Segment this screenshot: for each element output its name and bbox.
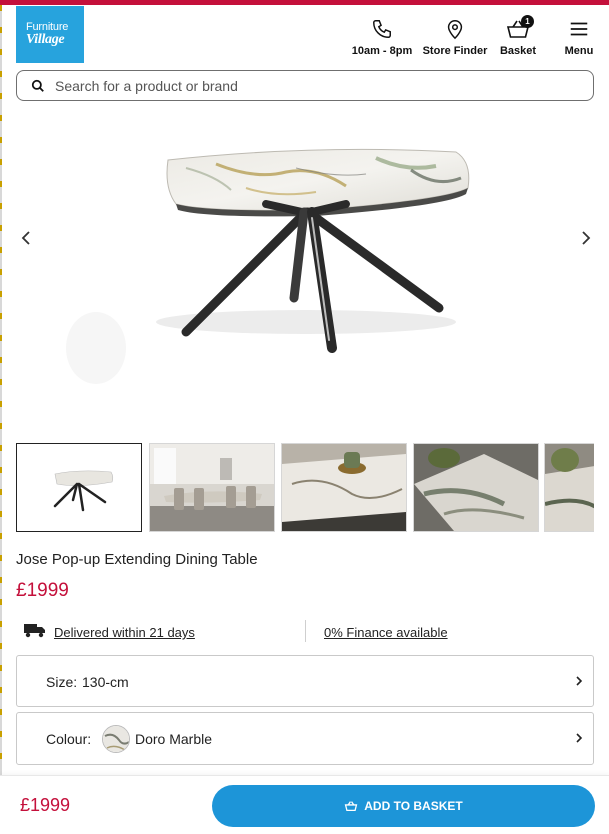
product-image-gallery bbox=[16, 108, 594, 438]
chevron-right-icon bbox=[576, 733, 583, 743]
chevron-right-icon bbox=[582, 231, 591, 245]
basket-label: Basket bbox=[499, 45, 537, 57]
product-main-image[interactable] bbox=[16, 108, 594, 438]
info-divider bbox=[305, 620, 306, 642]
basket-button[interactable]: 1 Basket bbox=[498, 15, 538, 57]
size-label: Size: bbox=[46, 674, 78, 690]
colour-value: Doro Marble bbox=[135, 731, 213, 747]
sticky-footer: £1999 ADD TO BASKET bbox=[0, 775, 609, 834]
top-accent-bar bbox=[0, 0, 609, 5]
thumbnail-marble-edge-closeup[interactable] bbox=[544, 443, 594, 532]
add-to-basket-label: ADD TO BASKET bbox=[364, 799, 463, 813]
previous-image-button[interactable] bbox=[14, 226, 38, 250]
opening-hours-label: 10am - 8pm bbox=[351, 45, 413, 57]
chevron-left-icon bbox=[21, 231, 30, 245]
thumbnail-dining-room-scene[interactable] bbox=[149, 443, 275, 532]
search-input[interactable] bbox=[55, 75, 575, 97]
site-header: Furniture Village 10am - 8pm Store Finde… bbox=[16, 6, 596, 64]
hamburger-menu-icon bbox=[570, 22, 588, 36]
menu-button[interactable]: Menu bbox=[562, 18, 596, 57]
basket-count-badge: 1 bbox=[521, 15, 534, 28]
page-edge-strip bbox=[0, 5, 2, 834]
colour-selector[interactable]: Colour: Doro Marble bbox=[16, 712, 594, 765]
finance-info-link[interactable]: 0% Finance available bbox=[324, 625, 448, 640]
thumbnail-tabletop-closeup-vase[interactable] bbox=[281, 443, 407, 532]
delivery-truck-icon bbox=[24, 624, 45, 638]
thumbnail-strip bbox=[16, 443, 594, 533]
size-selector[interactable]: Size: 130-cm bbox=[16, 655, 594, 707]
colour-swatch bbox=[102, 725, 130, 753]
phone-icon bbox=[373, 20, 391, 38]
delivery-info-link[interactable]: Delivered within 21 days bbox=[54, 625, 195, 640]
search-bar[interactable] bbox=[16, 70, 594, 101]
product-title: Jose Pop-up Extending Dining Table bbox=[16, 551, 258, 568]
logo-text-line2: Village bbox=[26, 32, 65, 47]
store-finder-button[interactable]: Store Finder bbox=[422, 18, 488, 57]
delivery-finance-row: Delivered within 21 days 0% Finance avai… bbox=[16, 620, 594, 644]
furniture-village-logo[interactable]: Furniture Village bbox=[16, 6, 84, 63]
search-icon bbox=[31, 79, 44, 92]
size-value: 130-cm bbox=[82, 674, 129, 690]
menu-label: Menu bbox=[564, 45, 594, 57]
thumbnail-marble-surface-detail[interactable] bbox=[413, 443, 539, 532]
colour-label: Colour: bbox=[46, 731, 92, 747]
opening-hours-button[interactable]: 10am - 8pm bbox=[350, 18, 414, 57]
add-to-basket-button[interactable]: ADD TO BASKET bbox=[212, 785, 595, 827]
store-finder-label: Store Finder bbox=[422, 45, 488, 57]
location-pin-icon bbox=[447, 20, 463, 40]
chevron-right-icon bbox=[576, 676, 583, 686]
next-image-button[interactable] bbox=[574, 226, 598, 250]
product-price: £1999 bbox=[16, 580, 69, 601]
thumbnail-table-white-background[interactable] bbox=[16, 443, 142, 532]
footer-price: £1999 bbox=[20, 795, 71, 815]
basket-icon bbox=[344, 801, 358, 812]
